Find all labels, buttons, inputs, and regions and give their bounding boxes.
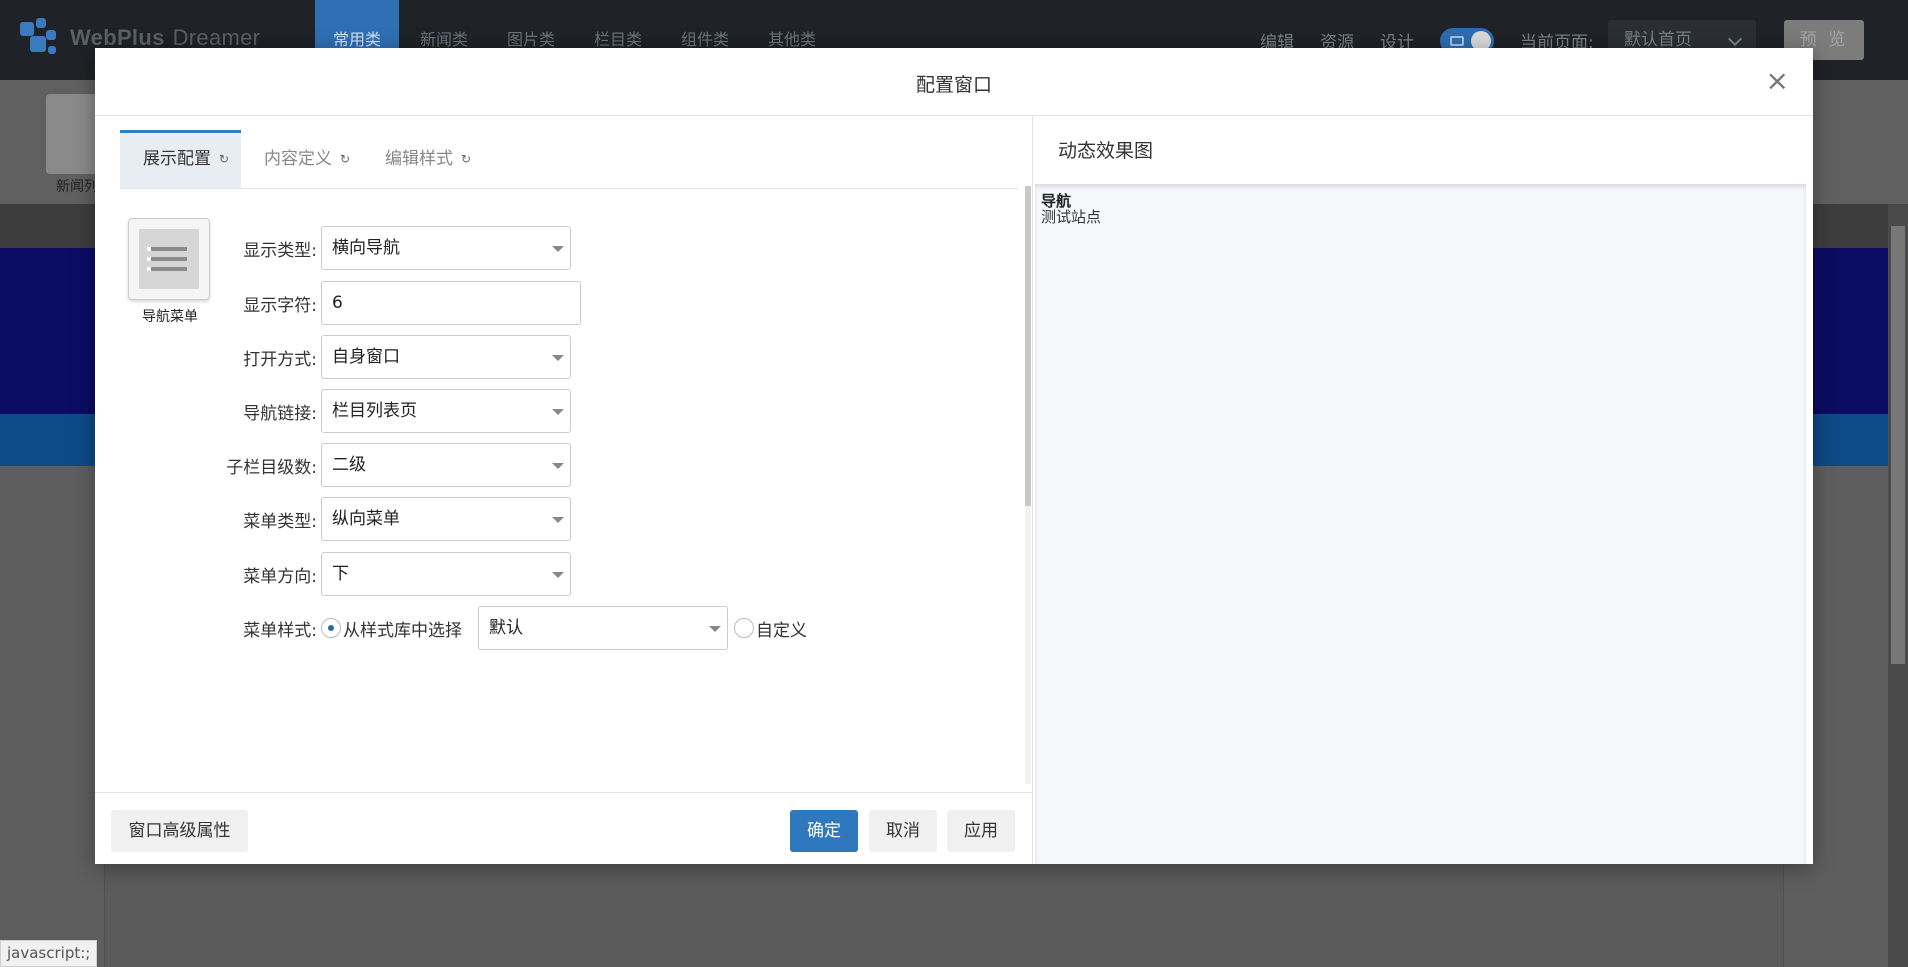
dialog-footer: 窗口高级属性 确定 取消 应用 — [95, 792, 1032, 864]
menu-type-select[interactable]: 纵向菜单 — [321, 497, 571, 541]
config-pane: 展示配置 ↻ 内容定义 ↻ 编辑样式 ↻ 导航菜单 显示类型: 横向导航 显示字… — [95, 116, 1032, 864]
logo-icon — [18, 16, 62, 60]
chevron-down-icon — [1727, 31, 1743, 47]
dialog-title: 配置窗口 — [915, 74, 992, 96]
caret-down-icon — [552, 246, 564, 252]
menu-style-row: 菜单样式: 从样式库中选择 默认 自定义 — [215, 606, 807, 650]
refresh-icon[interactable]: ↻ — [340, 130, 350, 188]
advanced-properties-button[interactable]: 窗口高级属性 — [111, 810, 248, 852]
component-name: 导航菜单 — [142, 309, 198, 325]
menu-type-label: 菜单类型: — [243, 511, 317, 532]
preview-title: 动态效果图 — [1058, 140, 1154, 162]
display-type-label: 显示类型: — [243, 240, 317, 261]
sub-levels-row: 子栏目级数: 二级 — [215, 443, 571, 487]
custom-style-radio[interactable] — [734, 618, 754, 638]
tab-content-definition[interactable]: 内容定义 ↻ — [241, 130, 362, 188]
caret-down-icon — [552, 355, 564, 361]
caret-down-icon — [552, 517, 564, 523]
sub-levels-select[interactable]: 二级 — [321, 443, 571, 487]
caret-down-icon — [552, 572, 564, 578]
news-list-label: 新闻列 — [56, 179, 98, 195]
page-scrollbar[interactable] — [1888, 204, 1908, 967]
preview-site-link[interactable]: 测试站点 — [1041, 206, 1101, 227]
menu-direction-row: 菜单方向: 下 — [215, 552, 571, 596]
menu-direction-label: 菜单方向: — [243, 566, 317, 587]
tab-display-config[interactable]: 展示配置 ↻ — [120, 130, 241, 188]
style-library-radio[interactable] — [321, 618, 341, 638]
display-type-row: 显示类型: 横向导航 — [215, 226, 571, 270]
config-dialog: 配置窗口 × 展示配置 ↻ 内容定义 ↻ 编辑样式 ↻ 导航菜单 显示类型: 横… — [95, 48, 1813, 864]
style-library-label: 从样式库中选择 — [343, 620, 462, 641]
custom-style-label: 自定义 — [756, 620, 807, 641]
preview-canvas: 导航 测试站点 — [1035, 184, 1806, 864]
dialog-header: 配置窗口 × — [95, 48, 1813, 116]
open-mode-row: 打开方式: 自身窗口 — [215, 335, 571, 379]
ok-button[interactable]: 确定 — [790, 810, 858, 852]
menu-style-label: 菜单样式: — [243, 620, 317, 641]
nav-menu-component-icon — [128, 218, 210, 300]
config-tabs: 展示配置 ↻ 内容定义 ↻ 编辑样式 ↻ — [120, 130, 483, 188]
sub-levels-label: 子栏目级数: — [226, 457, 317, 478]
caret-down-icon — [552, 409, 564, 415]
refresh-icon[interactable]: ↻ — [461, 130, 471, 188]
menu-type-row: 菜单类型: 纵向菜单 — [215, 497, 571, 541]
apply-button[interactable]: 应用 — [947, 810, 1015, 852]
display-type-select[interactable]: 横向导航 — [321, 226, 571, 270]
tab-edit-style[interactable]: 编辑样式 ↻ — [362, 130, 483, 188]
open-mode-select[interactable]: 自身窗口 — [321, 335, 571, 379]
display-chars-input[interactable] — [321, 281, 581, 325]
status-bar-url: javascript:; — [0, 940, 98, 967]
display-chars-row: 显示字符: — [215, 281, 581, 325]
preview-pane: 动态效果图 导航 测试站点 — [1032, 116, 1813, 864]
cancel-button[interactable]: 取消 — [869, 810, 937, 852]
nav-link-select[interactable]: 栏目列表页 — [321, 389, 571, 433]
config-scrollbar[interactable] — [1025, 186, 1031, 506]
display-chars-label: 显示字符: — [243, 295, 317, 316]
nav-link-row: 导航链接: 栏目列表页 — [215, 389, 571, 433]
caret-down-icon — [709, 626, 721, 632]
nav-link-label: 导航链接: — [243, 403, 317, 424]
close-icon[interactable]: × — [1766, 66, 1789, 96]
menu-direction-select[interactable]: 下 — [321, 552, 571, 596]
monitor-icon — [1450, 36, 1464, 46]
open-mode-label: 打开方式: — [243, 349, 317, 370]
caret-down-icon — [552, 463, 564, 469]
style-library-select[interactable]: 默认 — [478, 606, 728, 650]
refresh-icon[interactable]: ↻ — [219, 133, 229, 185]
